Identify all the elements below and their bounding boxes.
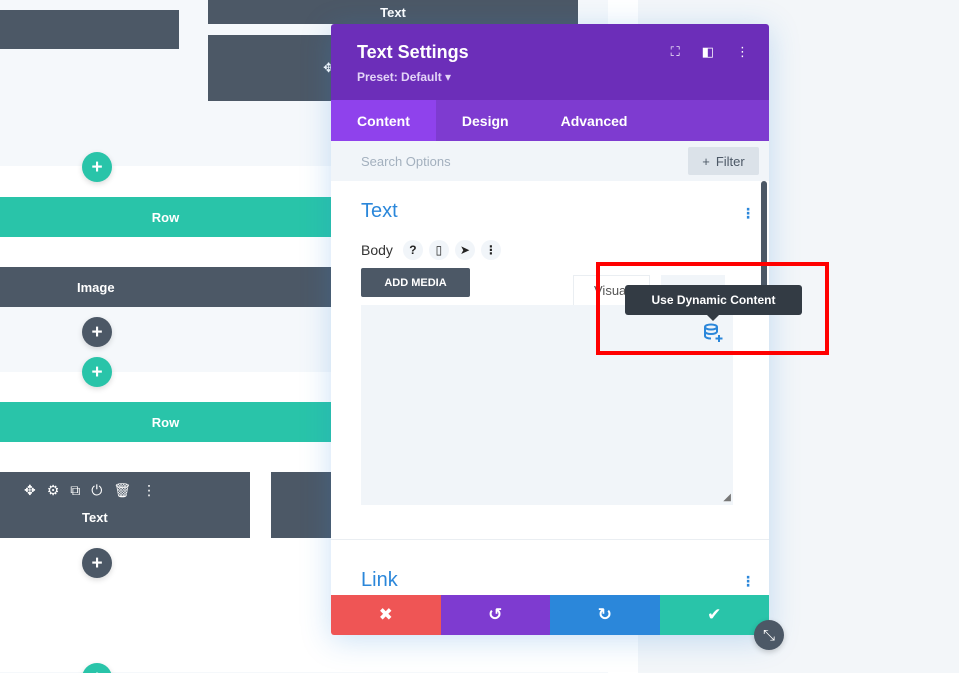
more-dots-icon[interactable]: ⋮	[481, 240, 501, 260]
gear-icon[interactable]: ⚙	[47, 482, 60, 499]
image-module-label: Image	[77, 280, 115, 295]
text-module-top[interactable]: Text	[208, 0, 578, 24]
plus-icon: +	[91, 554, 102, 573]
row-bar-2[interactable]: Row	[0, 402, 331, 442]
resize-grip-icon[interactable]: ◢	[723, 492, 731, 503]
text-module-label: Text	[380, 5, 406, 20]
section-menu-icon[interactable]: ⋮	[741, 206, 755, 220]
section-menu-icon[interactable]: ⋮	[741, 574, 755, 588]
add-row-button[interactable]: +	[82, 152, 112, 182]
plus-icon: +	[91, 669, 102, 673]
plus-icon: +	[91, 363, 102, 382]
plus-icon: +	[91, 158, 102, 177]
filter-label: Filter	[716, 154, 745, 169]
move-icon[interactable]: ✥	[24, 482, 36, 499]
undo-button[interactable]: ↺	[441, 595, 551, 635]
more-dots-icon[interactable]: ⋮	[736, 44, 749, 60]
section-title-text[interactable]: Text	[361, 200, 398, 223]
section-title-link[interactable]: Link	[361, 569, 398, 592]
body-label: Body	[361, 242, 393, 258]
tab-design[interactable]: Design	[436, 100, 535, 141]
module-block-partial[interactable]	[0, 10, 179, 49]
add-row-button-2[interactable]: +	[82, 357, 112, 387]
highlight-box	[596, 262, 829, 355]
add-media-button[interactable]: ADD MEDIA	[361, 268, 470, 297]
row-label: Row	[152, 210, 179, 225]
plus-icon: +	[702, 154, 710, 169]
help-icon[interactable]: ?	[403, 240, 423, 260]
modal-tabs: Content Design Advanced	[331, 100, 769, 141]
preset-dropdown[interactable]: Preset: Default ▾	[357, 70, 451, 84]
body-field-row: Body ? ▯ ➤ ⋮	[361, 240, 501, 260]
split-view-icon[interactable]: ◧	[702, 44, 714, 60]
fullscreen-icon[interactable]: ⛶	[671, 44, 680, 60]
add-module-button[interactable]: +	[82, 317, 112, 347]
search-input[interactable]	[361, 141, 681, 181]
row-label: Row	[152, 415, 179, 430]
tab-content[interactable]: Content	[331, 100, 436, 141]
cancel-button[interactable]: ✖	[331, 595, 441, 635]
module-action-icons: ✥ ⚙ ⧉ ⏻ 🗑 ⋮	[24, 482, 156, 499]
modal-header-icons: ⛶ ◧ ⋮	[671, 44, 749, 60]
more-dots-icon[interactable]: ⋮	[142, 482, 156, 499]
trash-icon[interactable]: 🗑	[113, 482, 131, 499]
filter-button[interactable]: + Filter	[688, 147, 759, 175]
add-module-button-2[interactable]: +	[82, 548, 112, 578]
save-button[interactable]: ✔	[660, 595, 770, 635]
resize-modal-icon[interactable]: ⤡	[754, 620, 784, 650]
redo-button[interactable]: ↻	[550, 595, 660, 635]
duplicate-icon[interactable]: ⧉	[70, 482, 80, 499]
search-bar: + Filter	[331, 141, 769, 181]
plus-icon: +	[91, 323, 102, 342]
hover-cursor-icon[interactable]: ➤	[455, 240, 475, 260]
row-bar[interactable]: Row	[0, 197, 331, 237]
modal-header[interactable]: Text Settings Preset: Default ▾ ⛶ ◧ ⋮	[331, 24, 769, 100]
section-divider	[331, 539, 769, 540]
modal-title: Text Settings	[357, 42, 469, 63]
tab-advanced[interactable]: Advanced	[535, 100, 654, 141]
modal-footer: ✖ ↺ ↻ ✔	[331, 595, 769, 635]
module-block-top-2[interactable]: ✥	[208, 35, 338, 101]
mobile-icon[interactable]: ▯	[429, 240, 449, 260]
text-module-label: Text	[82, 510, 108, 525]
power-icon[interactable]: ⏻	[91, 482, 102, 499]
image-module[interactable]: Image	[0, 267, 331, 307]
